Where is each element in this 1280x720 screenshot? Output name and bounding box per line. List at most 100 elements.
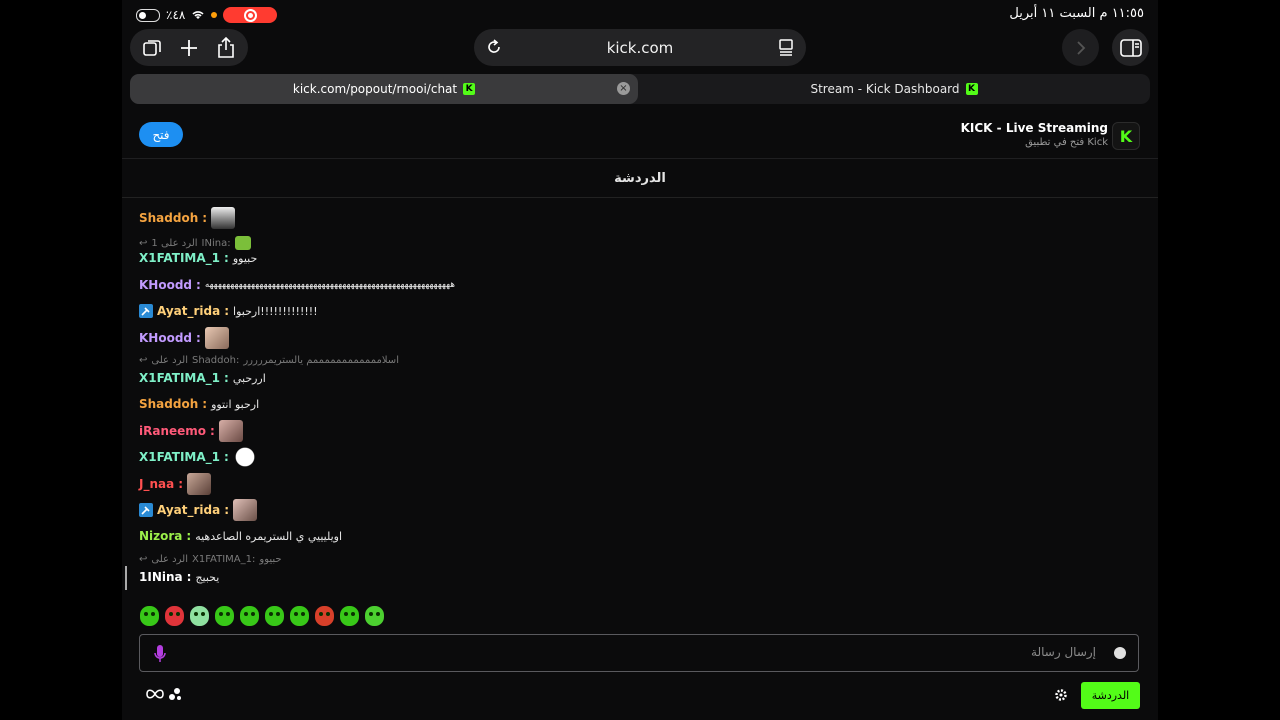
forward-button[interactable] (1062, 29, 1099, 66)
ipad-screen: ٪٤٨ ١١:٥٥ م السبت ١١ أبريل kick.com kick… (122, 0, 1158, 720)
message-text: ارحبو انتوو (211, 397, 260, 411)
username[interactable]: KHoodd (139, 331, 192, 345)
address-bar[interactable]: kick.com (474, 29, 806, 66)
emote-option-icon[interactable] (265, 606, 284, 626)
quick-emote-row (140, 606, 384, 626)
emoji-picker-icon[interactable] (1114, 647, 1126, 659)
username[interactable]: 1INina (139, 570, 183, 584)
address-text[interactable]: kick.com (607, 39, 674, 57)
username[interactable]: X1FATIMA_1 (139, 371, 220, 385)
message-text: اررحبي (232, 371, 266, 385)
emote-option-icon[interactable] (240, 606, 259, 626)
emote-option-icon[interactable] (365, 606, 384, 626)
message-text: حبيوو (232, 251, 258, 265)
username[interactable]: KHoodd (139, 278, 192, 292)
share-icon (217, 36, 234, 58)
reload-icon[interactable] (484, 37, 504, 57)
reply-reference[interactable]: ↩ الرد على 1 INina: (139, 236, 251, 250)
settings-gear-icon[interactable] (1054, 688, 1068, 702)
tab-kick-dashboard[interactable]: Stream - Kick Dashboard K (638, 74, 1150, 104)
app-subtitle: فتح في تطبيق Kick (1025, 137, 1108, 148)
message-text: ارحبوا!!!!!!!!!!!!! (233, 304, 318, 318)
plus-icon (180, 39, 197, 56)
username[interactable]: J_naa (139, 477, 174, 491)
infinity-icon[interactable] (146, 689, 164, 699)
points-icon[interactable] (168, 687, 182, 701)
reply-target: Shaddoh: (191, 355, 240, 366)
reply-prefix: الرد على (151, 554, 188, 565)
chat-message: Shaddoh: ارحبو انتوو (139, 397, 260, 411)
emote-image (234, 236, 251, 250)
sidebar-icon (1119, 38, 1142, 57)
chat-message: X1FATIMA_1: (139, 446, 257, 468)
app-title: KICK - Live Streaming (960, 121, 1108, 135)
footer-left (146, 687, 182, 701)
emote-option-icon[interactable] (140, 606, 159, 626)
close-tab-icon[interactable]: × (617, 82, 630, 95)
reply-prefix: الرد على (151, 355, 188, 366)
tabs-overview-button[interactable] (138, 34, 166, 62)
kick-app-icon: K (1112, 122, 1140, 150)
emote-image (204, 327, 229, 349)
status-left: ٪٤٨ (136, 7, 278, 23)
username[interactable]: X1FATIMA_1 (139, 450, 220, 464)
microphone-icon[interactable] (154, 644, 166, 664)
scroll-indicator[interactable] (125, 566, 127, 590)
chat-header: الدردشة (122, 159, 1158, 198)
reader-icon[interactable] (776, 37, 796, 57)
username[interactable]: Ayat_rida (157, 304, 220, 318)
share-button[interactable] (212, 34, 240, 62)
reply-quote: حبيوو (259, 554, 282, 565)
message-text: اويليييي ي الستريمره الصاعدهيه (195, 529, 343, 543)
reply-quote: اسلاممممممممممممم يالستريمررررر (243, 355, 399, 366)
smart-app-banner: فتح KICK - Live Streaming فتح في تطبيق K… (122, 112, 1158, 159)
tab-label: Stream - Kick Dashboard (810, 82, 960, 96)
emote-option-icon[interactable] (215, 606, 234, 626)
emote-image (187, 473, 212, 495)
reply-arrow-icon: ↩ (139, 237, 148, 249)
username[interactable]: Shaddoh (139, 397, 198, 411)
username[interactable]: Ayat_rida (157, 503, 220, 517)
message-text: يحبيج (195, 570, 220, 584)
emote-image (211, 207, 236, 229)
new-tab-button[interactable] (175, 34, 203, 62)
reply-reference[interactable]: ↩ الرد على X1FATIMA_1: حبيوو (139, 554, 282, 565)
open-app-button[interactable]: فتح (139, 122, 183, 147)
tab-popout-chat[interactable]: kick.com/popout/rnooi/chat K × (130, 74, 638, 104)
emote-image (218, 420, 243, 442)
mic-indicator-dot (211, 12, 218, 18)
username[interactable]: X1FATIMA_1 (139, 251, 220, 265)
chat-message: X1FATIMA_1: حبيوو (139, 251, 258, 265)
chat-message: Nizora: اويليييي ي الستريمره الصاعدهيه (139, 529, 343, 543)
screen-record-indicator[interactable] (223, 7, 278, 23)
message-input[interactable] (180, 644, 1098, 660)
emote-option-icon[interactable] (340, 606, 359, 626)
chat-message: Ayat_rida: ارحبوا!!!!!!!!!!!!! (139, 304, 318, 318)
moderator-badge-icon (139, 304, 153, 318)
kick-favicon-icon: K (463, 83, 476, 95)
reply-reference[interactable]: ↩ الرد على Shaddoh: اسلاممممممممممممم يا… (139, 355, 399, 366)
username[interactable]: iRaneemo (139, 424, 206, 438)
tab-label: kick.com/popout/rnooi/chat (292, 82, 458, 96)
chevron-right-icon (1076, 40, 1085, 55)
chat-message: Ayat_rida: (139, 499, 258, 521)
username[interactable]: Nizora (139, 529, 182, 543)
username[interactable]: Shaddoh (139, 211, 198, 225)
emote-option-icon[interactable] (165, 606, 184, 626)
reply-arrow-icon: ↩ (139, 355, 148, 366)
sidebar-toggle-button[interactable] (1112, 29, 1149, 66)
kick-favicon-icon: K (965, 83, 978, 95)
moderator-badge-icon (139, 503, 153, 517)
emote-option-icon[interactable] (190, 606, 209, 626)
record-icon (243, 8, 257, 22)
chat-message: KHoodd: (139, 327, 229, 349)
chat-message: Shaddoh: (139, 207, 236, 229)
battery-percent: ٪٤٨ (166, 8, 186, 22)
chat-message: X1FATIMA_1: اررحبي (139, 371, 266, 385)
wifi-icon (192, 11, 204, 19)
send-chat-button[interactable]: الدردشة (1081, 682, 1140, 709)
chat-message: J_naa: (139, 473, 212, 495)
status-bar: ٪٤٨ ١١:٥٥ م السبت ١١ أبريل (122, 0, 1158, 28)
emote-option-icon[interactable] (315, 606, 334, 626)
emote-option-icon[interactable] (290, 606, 309, 626)
